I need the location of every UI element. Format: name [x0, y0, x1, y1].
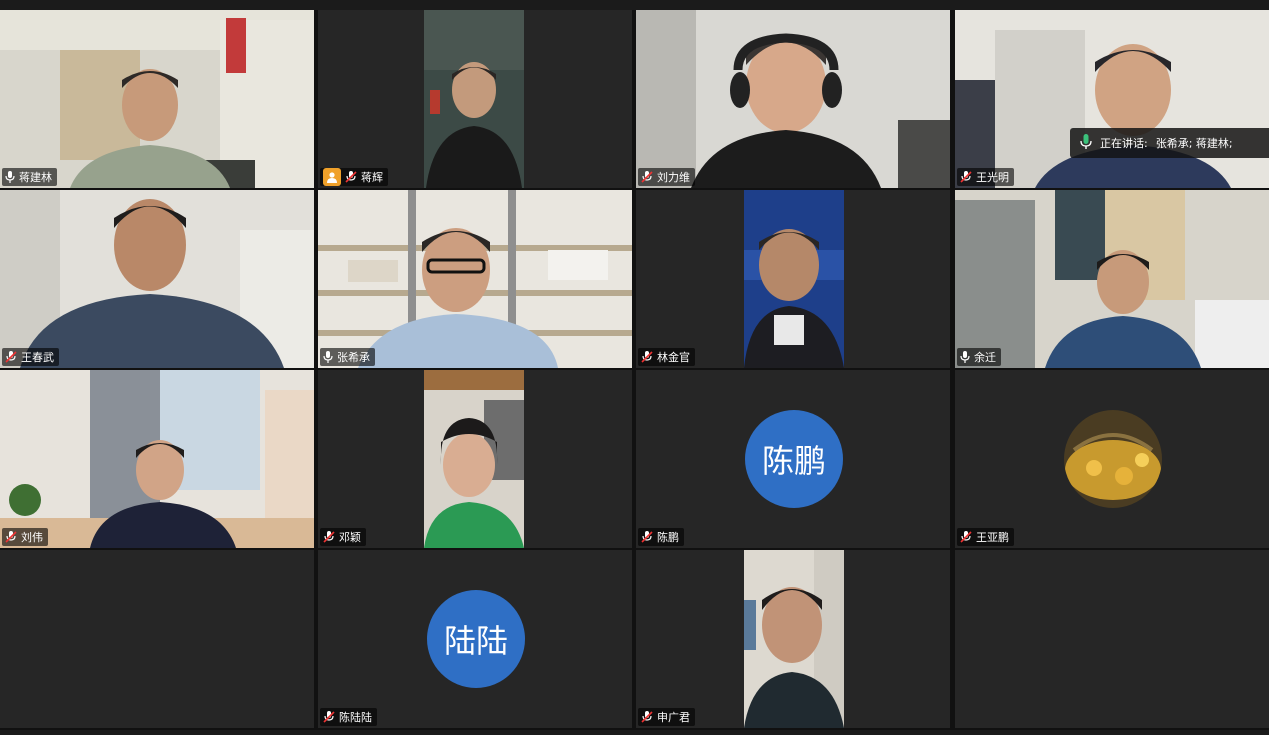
participant-name: 张希承	[337, 351, 370, 364]
participant-label: 蒋辉	[320, 168, 388, 186]
participant-name: 陈陆陆	[339, 711, 372, 724]
video-tile-yuqian[interactable]: 余迁	[955, 190, 1269, 368]
video-feed	[955, 10, 1269, 188]
participant-label: 申广君	[638, 708, 695, 726]
video-feed	[744, 190, 844, 368]
video-feed	[0, 190, 314, 368]
participant-name: 林金官	[657, 351, 690, 364]
video-feed	[744, 550, 844, 728]
participant-name: 王亚鹏	[976, 531, 1009, 544]
bottom-bar	[0, 730, 1269, 735]
video-tile-wangguangming[interactable]: 王光明	[955, 10, 1269, 188]
participant-label: 陈陆陆	[320, 708, 377, 726]
participant-label: 林金官	[638, 348, 695, 366]
muted-microphone-icon	[323, 531, 335, 543]
participant-name: 王春武	[21, 351, 54, 364]
video-tile-jianghui[interactable]: 蒋辉	[318, 10, 632, 188]
host-user-icon	[323, 168, 341, 186]
participant-label: 余迁	[957, 348, 1001, 366]
video-tile-chenlulu[interactable]: 陆陆 陈陆陆	[318, 550, 632, 728]
video-feed	[636, 10, 950, 188]
muted-microphone-icon	[641, 711, 653, 723]
participant-name: 邓颖	[339, 531, 361, 544]
muted-microphone-icon	[641, 351, 653, 363]
video-feed	[955, 190, 1269, 368]
microphone-active-icon	[1080, 133, 1092, 153]
participant-label: 邓颖	[320, 528, 366, 546]
muted-microphone-icon	[641, 171, 653, 183]
participant-label: 刘伟	[2, 528, 48, 546]
participant-label: 王亚鹏	[957, 528, 1014, 546]
participant-name: 刘力维	[657, 171, 690, 184]
microphone-icon	[5, 171, 15, 183]
muted-microphone-icon	[641, 531, 653, 543]
microphone-icon	[960, 351, 970, 363]
empty-tile	[955, 550, 1269, 728]
participant-label: 蒋建林	[2, 168, 57, 186]
muted-microphone-icon	[5, 531, 17, 543]
participant-label: 王春武	[2, 348, 59, 366]
video-tile-chenpeng[interactable]: 陈鹏 陈鹏	[636, 370, 950, 548]
video-feed	[424, 370, 524, 548]
video-tile-liuwei[interactable]: 刘伟	[0, 370, 314, 548]
participant-label: 王光明	[957, 168, 1014, 186]
video-tile-liuliwei[interactable]: 刘力维	[636, 10, 950, 188]
avatar: 陈鹏	[745, 410, 843, 508]
video-tile-dengying[interactable]: 邓颖	[318, 370, 632, 548]
participant-name: 蒋辉	[361, 171, 383, 184]
video-feed	[318, 190, 632, 368]
muted-microphone-icon	[345, 171, 357, 183]
participant-name: 申广君	[657, 711, 690, 724]
participant-label: 刘力维	[638, 168, 695, 186]
microphone-icon	[323, 351, 333, 363]
speaking-names: 张希承; 蒋建林;	[1155, 137, 1233, 150]
participant-name: 刘伟	[21, 531, 43, 544]
muted-microphone-icon	[960, 171, 972, 183]
video-tile-linjinguan[interactable]: 林金官	[636, 190, 950, 368]
video-tile-zhangxicheng[interactable]: 张希承	[318, 190, 632, 368]
video-tile-shenguangjun[interactable]: 申广君	[636, 550, 950, 728]
participant-label: 陈鹏	[638, 528, 684, 546]
avatar	[1064, 410, 1162, 508]
video-tile-wangchunwu[interactable]: 王春武	[0, 190, 314, 368]
video-tile-wangyapeng[interactable]: 王亚鹏	[955, 370, 1269, 548]
video-tile-jiangjianlin[interactable]: 蒋建林	[0, 10, 314, 188]
video-feed	[0, 10, 314, 188]
avatar: 陆陆	[427, 590, 525, 688]
participant-label: 张希承	[320, 348, 375, 366]
participant-name: 王光明	[976, 171, 1009, 184]
muted-microphone-icon	[323, 711, 335, 723]
video-feed	[0, 370, 314, 548]
speaking-indicator: 正在讲话: 张希承; 蒋建林;	[1070, 128, 1269, 158]
video-feed	[424, 10, 524, 188]
video-grid: 蒋建林 蒋辉 刘力维 王光明 王春武 张希承 林金官 余迁 刘伟 邓颖 陈鹏 陈…	[0, 10, 1269, 730]
speaking-label: 正在讲话:	[1100, 137, 1148, 150]
participant-name: 余迁	[974, 351, 996, 364]
participant-name: 蒋建林	[19, 171, 52, 184]
empty-tile	[0, 550, 314, 728]
muted-microphone-icon	[960, 531, 972, 543]
muted-microphone-icon	[5, 351, 17, 363]
participant-name: 陈鹏	[657, 531, 679, 544]
top-bar	[0, 0, 1269, 10]
